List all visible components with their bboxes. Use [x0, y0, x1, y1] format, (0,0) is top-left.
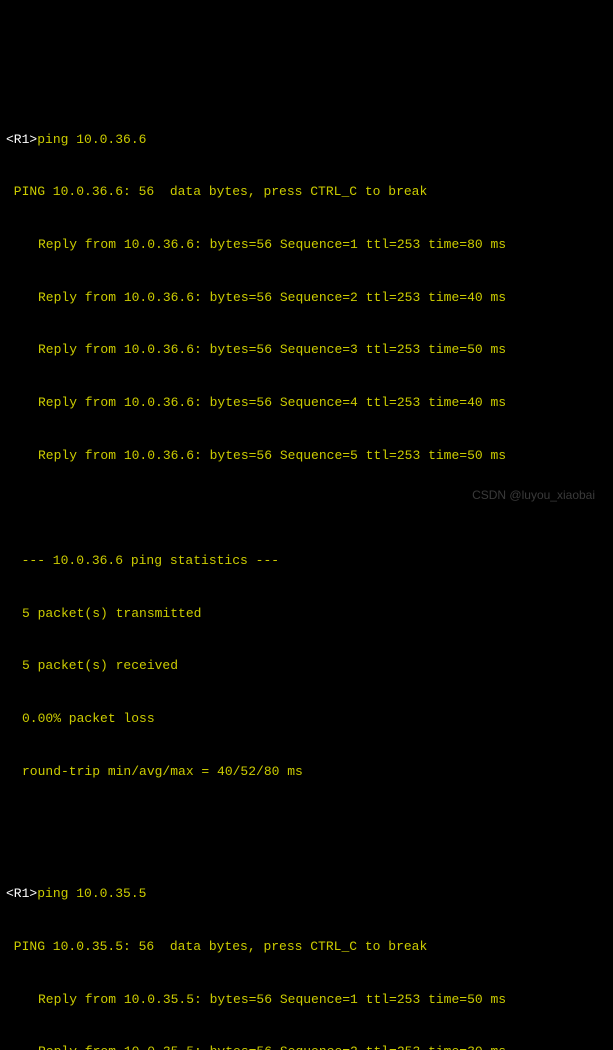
stats-header: --- 10.0.36.6 ping statistics ---	[6, 552, 607, 570]
command-text: ping 10.0.36.6	[37, 132, 146, 147]
stats-line: 5 packet(s) received	[6, 657, 607, 675]
prompt: <R1>	[6, 886, 37, 901]
terminal-output: <R1>ping 10.0.36.6 PING 10.0.36.6: 56 da…	[6, 78, 607, 1050]
command-text: ping 10.0.35.5	[37, 886, 146, 901]
ping-reply: Reply from 10.0.36.6: bytes=56 Sequence=…	[6, 394, 607, 412]
ping-header: PING 10.0.35.5: 56 data bytes, press CTR…	[6, 938, 607, 956]
ping-reply: Reply from 10.0.36.6: bytes=56 Sequence=…	[6, 341, 607, 359]
stats-line: 5 packet(s) transmitted	[6, 605, 607, 623]
ping-reply: Reply from 10.0.36.6: bytes=56 Sequence=…	[6, 289, 607, 307]
prompt: <R1>	[6, 132, 37, 147]
blank-line	[6, 815, 607, 833]
stats-line: 0.00% packet loss	[6, 710, 607, 728]
ping-reply: Reply from 10.0.36.6: bytes=56 Sequence=…	[6, 447, 607, 465]
ping-reply: Reply from 10.0.35.5: bytes=56 Sequence=…	[6, 991, 607, 1009]
ping-header: PING 10.0.36.6: 56 data bytes, press CTR…	[6, 183, 607, 201]
ping-reply: Reply from 10.0.35.5: bytes=56 Sequence=…	[6, 1043, 607, 1050]
ping-reply: Reply from 10.0.36.6: bytes=56 Sequence=…	[6, 236, 607, 254]
stats-line: round-trip min/avg/max = 40/52/80 ms	[6, 763, 607, 781]
blank-line	[6, 499, 607, 517]
